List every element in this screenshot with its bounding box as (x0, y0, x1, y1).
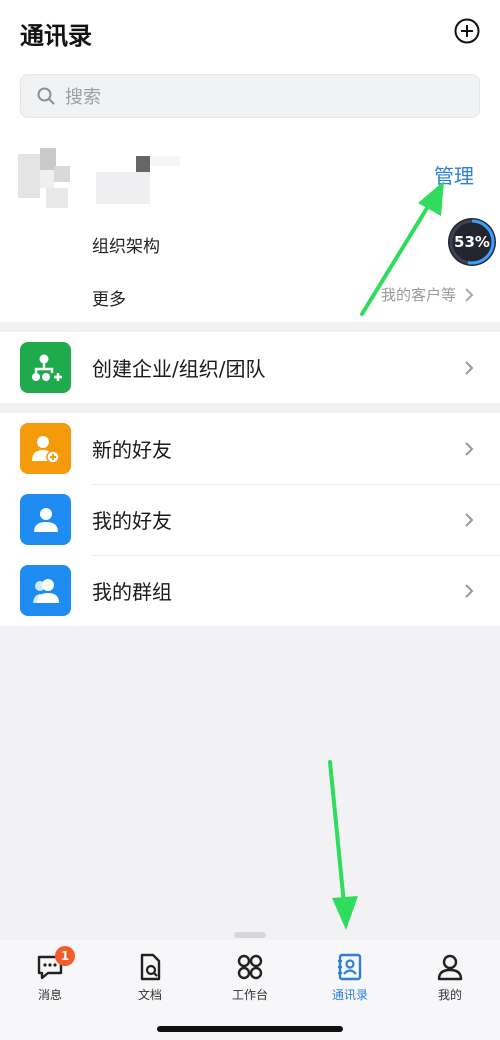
tab-label: 工作台 (231, 988, 268, 1002)
page-title: 通讯录 (20, 22, 92, 50)
tab-label: 通讯录 (331, 988, 368, 1002)
chevron-right-icon (465, 442, 474, 456)
contacts-book-icon (338, 953, 362, 981)
manage-link[interactable]: 管理 (434, 160, 474, 189)
new-friends-item[interactable]: 新的好友 (0, 413, 500, 484)
org-create-icon (20, 342, 71, 393)
chevron-right-icon (465, 584, 474, 598)
tab-label: 文档 (137, 988, 162, 1002)
my-groups-item[interactable]: 我的群组 (0, 555, 500, 626)
tab-label: 消息 (37, 988, 62, 1002)
progress-badge[interactable]: 53% (448, 218, 496, 266)
drag-handle[interactable] (234, 932, 266, 938)
chevron-right-icon (465, 361, 474, 375)
person-icon (20, 494, 71, 545)
search-bar[interactable]: 搜索 (20, 74, 480, 118)
create-org-label: 创建企业/组织/团队 (92, 357, 266, 381)
more-link[interactable]: 更多 (92, 285, 126, 310)
search-placeholder: 搜索 (65, 87, 101, 108)
org-structure-link[interactable]: 组织架构 (92, 232, 160, 257)
apps-grid-icon (237, 954, 263, 980)
tab-workbench[interactable]: 工作台 (210, 952, 290, 1003)
tab-messages[interactable]: 1 消息 (10, 946, 90, 1003)
create-org-card: 创建企业/组织/团队 (0, 332, 500, 403)
my-friends-label: 我的好友 (92, 509, 172, 533)
more-right-label: 我的客户等 (380, 286, 456, 304)
chevron-right-icon (465, 513, 474, 527)
plus-circle-icon (454, 18, 480, 44)
home-indicator[interactable] (157, 1026, 343, 1032)
new-friends-label: 新的好友 (92, 438, 172, 462)
my-groups-label: 我的群组 (92, 580, 172, 604)
tab-label: 我的 (437, 988, 462, 1002)
tab-contacts[interactable]: 通讯录 (310, 952, 390, 1003)
more-right[interactable]: 我的客户等 (381, 284, 474, 305)
document-icon (140, 953, 161, 981)
org-name (96, 150, 186, 210)
tab-me[interactable]: 我的 (410, 952, 490, 1003)
org-avatar[interactable] (18, 148, 78, 230)
group-icon (20, 565, 71, 616)
contacts-card: 新的好友 我的好友 我的群组 (0, 413, 500, 626)
user-icon (437, 954, 463, 981)
unread-badge: 1 (55, 946, 75, 966)
chevron-right-icon (465, 287, 474, 302)
arrow-to-contacts-tab (328, 760, 358, 930)
create-org-item[interactable]: 创建企业/组织/团队 (0, 332, 500, 403)
add-button[interactable] (454, 18, 480, 44)
progress-badge-text: 53% (454, 233, 490, 251)
search-icon (37, 87, 55, 105)
add-friend-icon (20, 423, 71, 474)
my-friends-item[interactable]: 我的好友 (0, 484, 500, 555)
tab-docs[interactable]: 文档 (110, 952, 190, 1003)
